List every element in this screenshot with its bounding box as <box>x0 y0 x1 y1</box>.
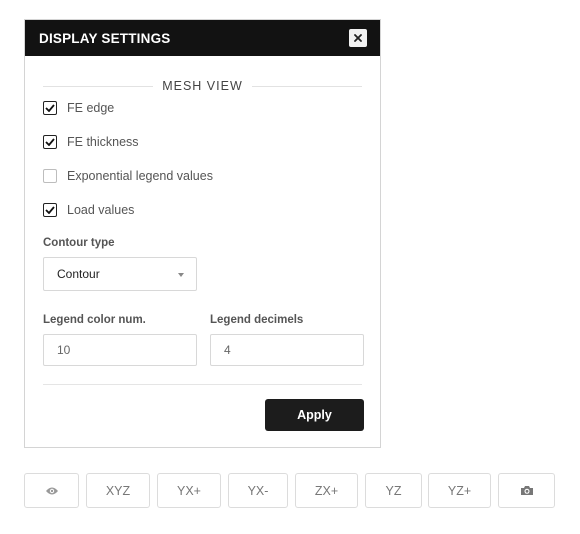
checkbox-label: Load values <box>67 203 135 217</box>
panel-title: DISPLAY SETTINGS <box>39 30 171 46</box>
view-xyz-button[interactable]: XYZ <box>86 473 150 508</box>
panel-header: DISPLAY SETTINGS <box>25 20 380 56</box>
legend-color-num-input[interactable]: 10 <box>43 334 197 366</box>
legend-decimels-input[interactable]: 4 <box>210 334 364 366</box>
divider-line <box>252 86 362 87</box>
view-yz-plus-button[interactable]: YZ+ <box>428 473 491 508</box>
view-yx-plus-button[interactable]: YX+ <box>157 473 221 508</box>
contour-type-select[interactable]: Contour <box>43 257 197 291</box>
view-yz-button[interactable]: YZ <box>365 473 422 508</box>
apply-button[interactable]: Apply <box>265 399 364 431</box>
legend-color-num-label: Legend color num. <box>43 314 146 326</box>
checkbox-label: FE thickness <box>67 135 139 149</box>
display-settings-panel: DISPLAY SETTINGS MESH VIEW FE edge FE th… <box>24 19 381 448</box>
close-button[interactable] <box>349 29 367 47</box>
checkbox-box[interactable] <box>43 203 57 217</box>
view-zx-plus-button[interactable]: ZX+ <box>295 473 358 508</box>
checkbox-exponential-legend[interactable]: Exponential legend values <box>43 169 213 183</box>
eye-icon <box>45 487 58 494</box>
checkbox-fe-edge[interactable]: FE edge <box>43 101 114 115</box>
checkbox-fe-thickness[interactable]: FE thickness <box>43 135 139 149</box>
camera-icon <box>520 486 533 495</box>
checkbox-box[interactable] <box>43 135 57 149</box>
view-yx-minus-button[interactable]: YX- <box>228 473 288 508</box>
check-icon <box>45 138 55 146</box>
checkbox-label: Exponential legend values <box>67 169 213 183</box>
mesh-view-divider: MESH VIEW <box>43 79 362 93</box>
checkbox-box[interactable] <box>43 169 57 183</box>
chevron-down-icon <box>178 273 184 277</box>
checkbox-box[interactable] <box>43 101 57 115</box>
contour-type-value: Contour <box>57 267 100 281</box>
check-icon <box>45 104 55 112</box>
contour-type-label: Contour type <box>43 237 115 249</box>
legend-decimels-label: Legend decimels <box>210 314 304 326</box>
footer-divider <box>43 384 362 385</box>
toggle-visibility-button[interactable] <box>24 473 79 508</box>
checkbox-load-values[interactable]: Load values <box>43 203 134 217</box>
screenshot-button[interactable] <box>498 473 555 508</box>
close-icon <box>354 34 362 42</box>
check-icon <box>45 206 55 214</box>
checkbox-label: FE edge <box>67 101 115 115</box>
